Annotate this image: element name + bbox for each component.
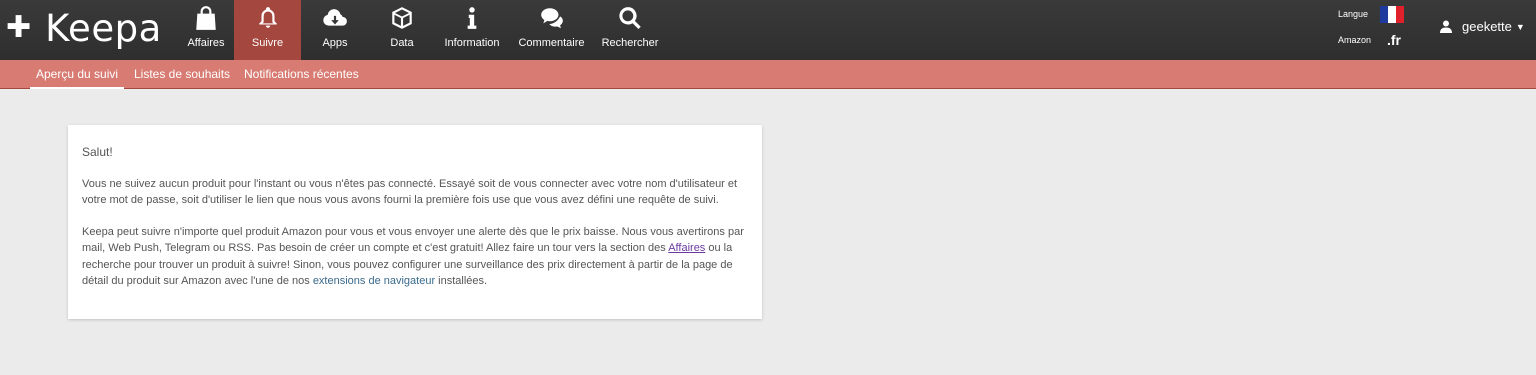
subtab-listes-de-souhaits[interactable]: Listes de souhaits xyxy=(134,60,230,89)
language-label: Langue xyxy=(1338,9,1369,19)
nav-label: Suivre xyxy=(251,37,284,49)
nav-label: Rechercher xyxy=(601,37,659,49)
nav-item-affaires[interactable]: Affaires xyxy=(178,0,234,60)
caret-down-icon: ▼ xyxy=(1515,21,1525,32)
bell-icon xyxy=(254,4,282,32)
nav-item-data[interactable]: Data xyxy=(369,0,435,60)
nav-label: Data xyxy=(390,37,414,49)
user-menu[interactable]: geekette ▼ xyxy=(1440,19,1525,34)
nav-label: Information xyxy=(444,37,500,49)
top-navbar: ✚ Keepa Affaires Suivre Apps Data Inform… xyxy=(0,0,1536,60)
info-icon xyxy=(458,4,486,32)
nav-item-information[interactable]: Information xyxy=(435,0,509,60)
nav-item-commentaire[interactable]: Commentaire xyxy=(509,0,594,60)
card-paragraph-login: Vous ne suivez aucun produit pour l'inst… xyxy=(82,177,738,207)
plus-icon: ✚ xyxy=(6,11,32,44)
browser-extensions-link[interactable]: extensions de navigateur xyxy=(313,275,435,287)
paragraph-text: Keepa peut suivre n'importe quel produit… xyxy=(82,225,744,255)
amazon-label: Amazon xyxy=(1338,35,1372,45)
comments-icon xyxy=(538,4,566,32)
cube-icon xyxy=(388,4,416,32)
info-card: Salut! Vous ne suivez aucun produit pour… xyxy=(68,125,762,319)
card-greeting: Salut! xyxy=(82,145,113,159)
amazon-domain[interactable]: .fr xyxy=(1387,32,1401,48)
shopping-bag-icon xyxy=(192,4,220,32)
nav-item-apps[interactable]: Apps xyxy=(301,0,369,60)
nav-label: Affaires xyxy=(187,37,225,49)
search-icon xyxy=(616,4,644,32)
nav-label: Commentaire xyxy=(518,37,585,49)
card-paragraph-tracking: Keepa peut suivre n'importe quel produit… xyxy=(82,224,748,290)
nav-item-suivre[interactable]: Suivre xyxy=(234,0,301,60)
nav-item-rechercher[interactable]: Rechercher xyxy=(594,0,666,60)
subtab-notifications-recentes[interactable]: Notifications récentes xyxy=(244,60,359,89)
brand-name: Keepa xyxy=(45,6,162,50)
user-icon xyxy=(1440,20,1452,33)
paragraph-text: installées. xyxy=(435,275,488,287)
sub-navbar: Aperçu du suivi Listes de souhaits Notif… xyxy=(0,60,1536,89)
main-nav: Affaires Suivre Apps Data Information Co… xyxy=(178,0,666,60)
keepa-logo[interactable]: ✚ Keepa xyxy=(6,6,162,50)
subtab-apercu-du-suivi[interactable]: Aperçu du suivi xyxy=(30,60,125,89)
username: geekette xyxy=(1462,19,1512,34)
france-flag-icon[interactable] xyxy=(1380,6,1404,23)
cloud-download-icon xyxy=(321,4,349,32)
affaires-link[interactable]: Affaires xyxy=(668,242,705,254)
nav-label: Apps xyxy=(322,37,348,49)
